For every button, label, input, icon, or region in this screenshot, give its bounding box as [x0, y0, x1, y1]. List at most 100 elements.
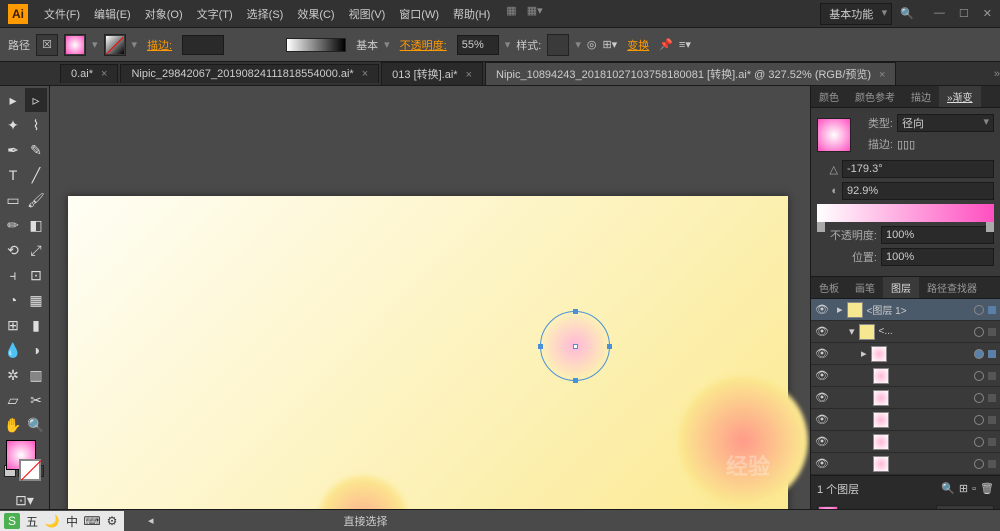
- visibility-icon[interactable]: 👁: [815, 413, 829, 426]
- eyedropper-tool[interactable]: 💧: [2, 338, 24, 362]
- target-icon[interactable]: [974, 327, 984, 337]
- shape-builder-tool[interactable]: ◔: [2, 288, 24, 312]
- pin-icon[interactable]: 📌: [659, 38, 673, 51]
- expand-icon[interactable]: ▸: [861, 347, 867, 360]
- stroke-swatch[interactable]: [104, 34, 126, 56]
- scale-tool[interactable]: ⤢: [25, 238, 47, 262]
- rectangle-tool[interactable]: ▭: [2, 188, 24, 212]
- symbol-tool[interactable]: ✲: [2, 363, 24, 387]
- free-transform-tool[interactable]: ⊡: [25, 263, 47, 287]
- rotate-tool[interactable]: ⟲: [2, 238, 24, 262]
- layer-row[interactable]: 👁: [811, 365, 1000, 387]
- anchor-point[interactable]: [573, 309, 578, 314]
- direct-selection-tool[interactable]: ▹: [25, 88, 47, 112]
- gradient-opacity-input[interactable]: [881, 226, 994, 244]
- artboard-tool[interactable]: ▱: [2, 388, 24, 412]
- locate-layer-icon[interactable]: 🔍: [941, 482, 955, 495]
- align-icon[interactable]: ◎: [587, 38, 597, 51]
- visibility-icon[interactable]: 👁: [815, 391, 829, 404]
- gradient-stop[interactable]: [986, 222, 994, 232]
- target-icon[interactable]: [974, 415, 984, 425]
- menu-effect[interactable]: 效果(C): [291, 4, 340, 24]
- target-icon[interactable]: [974, 349, 984, 359]
- fill-swatch[interactable]: [64, 34, 86, 56]
- doc-tab-0[interactable]: 0.ai*×: [60, 64, 118, 83]
- type-tool[interactable]: T: [2, 163, 24, 187]
- opacity-label[interactable]: 不透明度:: [396, 37, 451, 53]
- transform-label[interactable]: 变换: [623, 37, 653, 53]
- zoom-tool[interactable]: 🔍: [25, 413, 47, 437]
- layer-name[interactable]: <...: [879, 326, 970, 337]
- angle-input[interactable]: [842, 160, 994, 178]
- visibility-icon[interactable]: 👁: [815, 303, 829, 316]
- layer-row[interactable]: 👁: [811, 387, 1000, 409]
- target-icon[interactable]: [974, 437, 984, 447]
- gradient-stop[interactable]: [817, 222, 825, 232]
- panel-tab-swatches[interactable]: 色板: [811, 277, 847, 298]
- graphic-style[interactable]: [547, 34, 569, 56]
- line-tool[interactable]: ╱: [25, 163, 47, 187]
- visibility-icon[interactable]: 👁: [815, 325, 829, 338]
- lasso-tool[interactable]: ⌇: [25, 113, 47, 137]
- gradient-type-dropdown[interactable]: 径向: [897, 114, 994, 132]
- layer-row[interactable]: 👁: [811, 409, 1000, 431]
- panel-tab-layers[interactable]: 图层: [883, 277, 919, 298]
- panel-tab-gradient[interactable]: »渐变: [939, 86, 981, 107]
- align-menu-icon[interactable]: ≡▾: [679, 38, 691, 51]
- layer-row[interactable]: 👁 ▸ <图层 1>: [811, 299, 1000, 321]
- hand-tool[interactable]: ✋: [2, 413, 24, 437]
- search-icon[interactable]: 🔍: [900, 7, 914, 20]
- graph-tool[interactable]: ▥: [25, 363, 47, 387]
- panel-tab-brushes[interactable]: 画笔: [847, 277, 883, 298]
- fill-none-toggle[interactable]: ☒: [36, 34, 58, 56]
- stroke-align-icon[interactable]: ▯▯▯: [897, 138, 915, 151]
- panel-tab-pathfinder[interactable]: 路径查找器: [919, 277, 985, 298]
- minimize-button[interactable]: —: [934, 7, 945, 20]
- menu-view[interactable]: 视图(V): [343, 4, 392, 24]
- new-layer-icon[interactable]: ▫: [972, 483, 976, 495]
- gradient-preview[interactable]: [817, 118, 851, 152]
- visibility-icon[interactable]: 👁: [815, 435, 829, 448]
- maximize-button[interactable]: ☐: [959, 7, 969, 20]
- menu-select[interactable]: 选择(S): [241, 4, 290, 24]
- perspective-tool[interactable]: ▦: [25, 288, 47, 312]
- delete-layer-icon[interactable]: 🗑: [980, 482, 994, 495]
- doc-tab-1[interactable]: Nipic_29842067_20190824111818554000.ai*×: [120, 64, 379, 83]
- layer-row[interactable]: 👁: [811, 453, 1000, 475]
- opacity-input[interactable]: [457, 35, 499, 55]
- menu-object[interactable]: 对象(O): [139, 4, 189, 24]
- scroll-left-icon[interactable]: ◂: [148, 514, 154, 527]
- ime-logo-icon[interactable]: S: [4, 513, 20, 529]
- color-swatches[interactable]: [2, 438, 47, 484]
- tabs-overflow-icon[interactable]: »: [994, 68, 1000, 80]
- blend-tool[interactable]: ◑: [25, 338, 47, 362]
- menu-window[interactable]: 窗口(W): [393, 4, 445, 24]
- center-point[interactable]: [573, 344, 578, 349]
- target-icon[interactable]: [974, 393, 984, 403]
- paintbrush-tool[interactable]: 🖌: [25, 188, 47, 212]
- ratio-input[interactable]: [842, 182, 994, 200]
- expand-icon[interactable]: ▸: [837, 303, 843, 316]
- stroke-label[interactable]: 描边:: [143, 37, 176, 53]
- anchor-point[interactable]: [573, 378, 578, 383]
- gradient-pos-input[interactable]: [881, 248, 994, 266]
- align-icon2[interactable]: ⊞▾: [602, 38, 617, 51]
- bridge-icon[interactable]: ▦: [506, 4, 516, 24]
- anchor-point[interactable]: [607, 344, 612, 349]
- new-sublayer-icon[interactable]: ⊞: [959, 482, 968, 495]
- ime-keyboard-icon[interactable]: ⌨: [84, 513, 100, 529]
- visibility-icon[interactable]: 👁: [815, 457, 829, 470]
- layer-name[interactable]: <图层 1>: [867, 302, 970, 317]
- canvas[interactable]: 经验: [50, 86, 810, 531]
- bridge-icon2[interactable]: ▦▾: [527, 4, 543, 24]
- menu-type[interactable]: 文字(T): [191, 4, 239, 24]
- doc-tab-3[interactable]: Nipic_10894243_20181027103758180081 [转换]…: [485, 62, 896, 85]
- ime-settings-icon[interactable]: ⚙: [104, 513, 120, 529]
- width-tool[interactable]: ⫞: [2, 263, 24, 287]
- panel-tab-color[interactable]: 颜色: [811, 86, 847, 107]
- ime-lang-icon[interactable]: 中: [64, 513, 80, 529]
- stroke-color-swatch[interactable]: [19, 459, 41, 481]
- layer-row[interactable]: 👁: [811, 431, 1000, 453]
- menu-file[interactable]: 文件(F): [38, 4, 86, 24]
- visibility-icon[interactable]: 👁: [815, 369, 829, 382]
